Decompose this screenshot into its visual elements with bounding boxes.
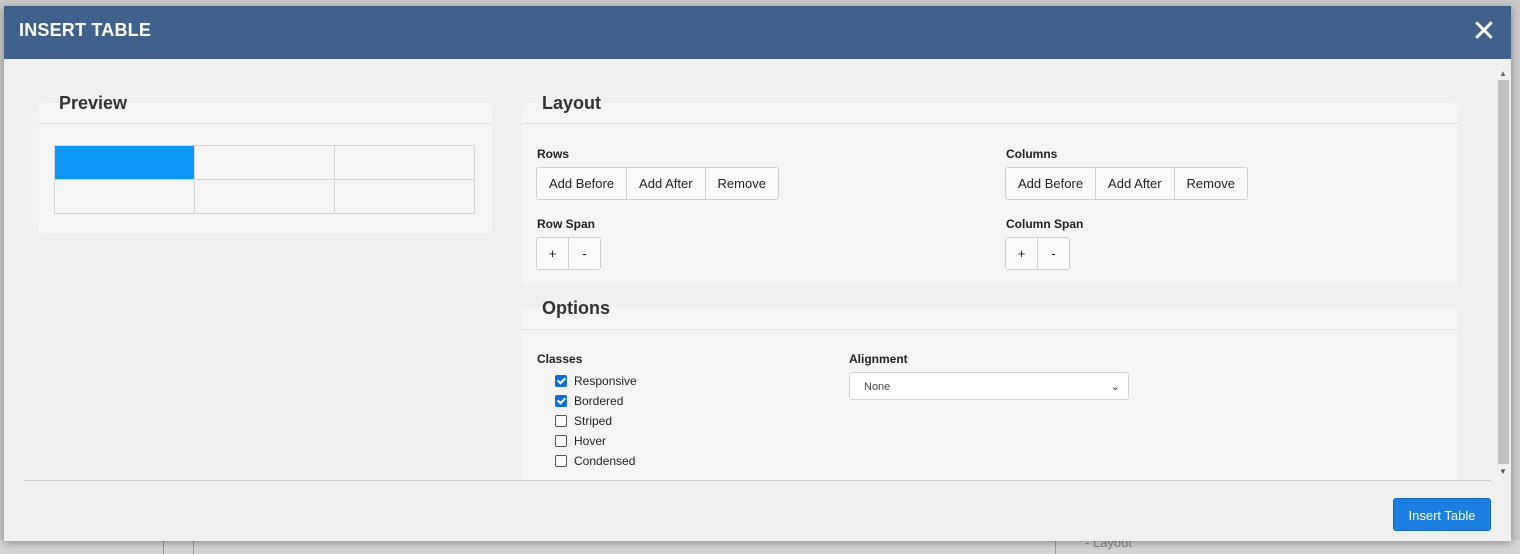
alignment-value: None [864, 381, 891, 393]
preview-cell[interactable] [334, 179, 475, 214]
checkbox-icon[interactable] [555, 415, 567, 427]
insert-table-dialog: INSERT TABLE ✕ Preview Layout Rows Add B… [4, 6, 1511, 541]
chevron-down-icon: ⌄ [1110, 381, 1120, 393]
dialog-title: INSERT TABLE [19, 20, 152, 40]
scroll-up-arrow-icon[interactable]: ▲ [1497, 68, 1509, 80]
background-divider [1055, 540, 1056, 554]
class-option-responsive[interactable]: Responsive [555, 374, 637, 388]
alignment-label: Alignment [849, 352, 908, 366]
class-option-bordered[interactable]: Bordered [555, 394, 623, 408]
dialog-body: Preview Layout Rows Add Before Add After… [4, 59, 1511, 480]
preview-cell[interactable] [334, 145, 475, 180]
background-bottom-bar [0, 540, 1520, 554]
rows-button-group: Add Before Add After Remove [536, 167, 779, 200]
column-span-label: Column Span [1006, 217, 1084, 231]
preview-table [54, 145, 475, 214]
preview-divider [39, 123, 492, 124]
class-option-label: Striped [574, 414, 613, 428]
options-title: Options [542, 298, 610, 318]
background-divider [163, 540, 164, 554]
rows-add-after-button[interactable]: Add After [627, 168, 706, 199]
row-span-label: Row Span [537, 217, 596, 231]
column-span-decrease-button[interactable]: - [1038, 238, 1069, 269]
dialog-header: INSERT TABLE ✕ [4, 6, 1511, 59]
columns-button-group: Add Before Add After Remove [1005, 167, 1248, 200]
preview-cell[interactable] [54, 179, 195, 214]
columns-add-before-button[interactable]: Add Before [1006, 168, 1097, 199]
columns-remove-button[interactable]: Remove [1174, 168, 1247, 199]
class-option-hover[interactable]: Hover [555, 434, 606, 448]
classes-label: Classes [537, 352, 583, 366]
alignment-select[interactable]: None ⌄ [849, 372, 1129, 400]
row-span-decrease-button[interactable]: - [569, 238, 600, 269]
class-option-label: Condensed [574, 454, 636, 468]
checkbox-icon[interactable] [555, 435, 567, 447]
checkbox-icon[interactable] [555, 395, 567, 407]
class-option-label: Responsive [574, 374, 637, 388]
preview-row [54, 145, 475, 180]
preview-cell[interactable] [194, 179, 335, 214]
rows-remove-button[interactable]: Remove [705, 168, 778, 199]
class-option-label: Hover [574, 434, 607, 448]
class-option-label: Bordered [574, 394, 624, 408]
footer-divider [24, 480, 1491, 481]
scroll-down-arrow-icon[interactable]: ▼ [1497, 466, 1509, 478]
background-divider [193, 540, 194, 554]
preview-row [54, 179, 475, 214]
column-span-increase-button[interactable]: + [1006, 238, 1038, 269]
checkbox-icon[interactable] [555, 375, 567, 387]
checkbox-icon[interactable] [555, 455, 567, 467]
options-divider [522, 329, 1458, 330]
column-span-button-group: + - [1005, 237, 1070, 270]
row-span-button-group: + - [536, 237, 601, 270]
close-icon[interactable]: ✕ [1469, 17, 1499, 48]
dialog-scrollbar[interactable]: ▲ ▼ [1497, 68, 1509, 480]
rows-label: Rows [537, 147, 570, 161]
insert-table-button[interactable]: Insert Table [1393, 498, 1491, 531]
layout-title: Layout [542, 93, 602, 113]
scrollbar-thumb[interactable] [1498, 80, 1509, 464]
layout-divider [522, 123, 1458, 124]
preview-cell[interactable] [54, 145, 195, 180]
preview-title: Preview [59, 93, 128, 113]
columns-add-after-button[interactable]: Add After [1096, 168, 1175, 199]
rows-add-before-button[interactable]: Add Before [537, 168, 628, 199]
columns-label: Columns [1006, 147, 1058, 161]
class-option-striped[interactable]: Striped [555, 414, 612, 428]
class-option-condensed[interactable]: Condensed [555, 454, 635, 468]
preview-cell[interactable] [194, 145, 335, 180]
row-span-increase-button[interactable]: + [537, 238, 569, 269]
